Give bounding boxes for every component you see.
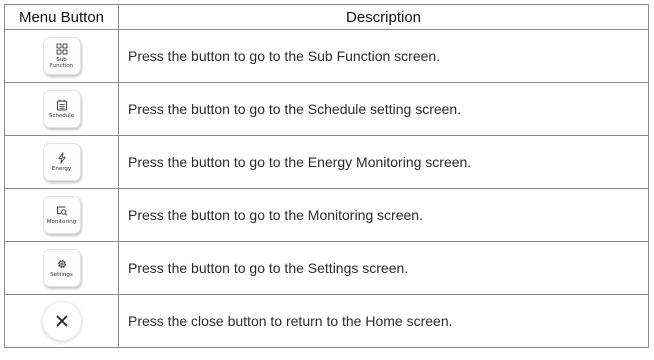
gear-icon	[57, 259, 66, 268]
table-row: Settings Press the button to go to the S…	[4, 241, 649, 295]
row-description: Press the button to go to the Sub Functi…	[118, 29, 649, 83]
schedule-button[interactable]: Schedule	[42, 90, 81, 128]
description-column-header: Description	[118, 4, 649, 30]
menu-button-cell: Settings	[4, 241, 119, 295]
table-row: Press the close button to return to the …	[4, 294, 649, 348]
monitoring-button-label: Monitoring	[46, 218, 77, 225]
schedule-button-label: Schedule	[48, 112, 75, 119]
table-header-row: Menu Button Description	[4, 4, 649, 30]
close-button[interactable]	[41, 301, 82, 341]
table-row: Schedule Press the button to go to the S…	[4, 82, 649, 136]
table-row: Monitoring Press the button to go to the…	[4, 188, 649, 242]
row-description: Press the button to go to the Settings s…	[118, 241, 649, 295]
row-description: Press the button to go to the Energy Mon…	[118, 135, 649, 189]
table-row: Sub Function Press the button to go to t…	[4, 29, 649, 83]
monitoring-button[interactable]: Monitoring	[42, 196, 81, 234]
row-description: Press the close button to return to the …	[118, 294, 649, 348]
sub-function-button-label: Sub Function	[49, 56, 74, 70]
menu-button-cell	[4, 294, 119, 348]
menu-button-column-header: Menu Button	[4, 4, 119, 30]
grid-icon	[56, 43, 67, 54]
energy-button-label: Energy	[51, 165, 72, 172]
settings-button-label: Settings	[50, 271, 73, 278]
menu-button-table: Menu Button Description Sub Function Pre…	[4, 4, 649, 348]
settings-button[interactable]: Settings	[42, 249, 81, 287]
row-description: Press the button to go to the Schedule s…	[118, 82, 649, 136]
row-description: Press the button to go to the Monitoring…	[118, 188, 649, 242]
table-row: Energy Press the button to go to the Ene…	[4, 135, 649, 189]
energy-button[interactable]: Energy	[42, 143, 81, 181]
menu-button-cell: Sub Function	[4, 29, 119, 83]
menu-button-cell: Schedule	[4, 82, 119, 136]
lightning-icon	[57, 152, 66, 164]
close-icon	[56, 315, 67, 327]
menu-button-cell: Energy	[4, 135, 119, 189]
calendar-icon	[56, 99, 67, 111]
monitor-search-icon	[56, 206, 67, 216]
sub-function-button[interactable]: Sub Function	[42, 37, 81, 75]
menu-button-cell: Monitoring	[4, 188, 119, 242]
